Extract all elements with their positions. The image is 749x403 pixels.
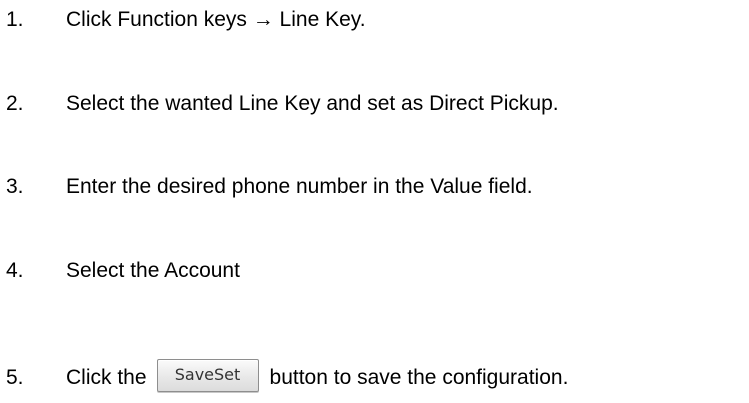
step-number: 4. [6, 259, 24, 282]
step-text: Click Function keys → Line Key. [66, 8, 366, 31]
step-number: 1. [6, 8, 24, 31]
step-text: Select the Account [66, 259, 240, 282]
step-text-after: button to save the configuration. [269, 366, 569, 389]
step-text: Select the wanted Line Key and set as Di… [66, 92, 559, 115]
step-5: 5. Click the SaveSet button to save the co… [0, 358, 749, 398]
step-text: Enter the desired phone number in the Va… [66, 175, 533, 198]
step-1: 1. Click Function keys → Line Key. [0, 0, 749, 40]
step-3: 3. Enter the desired phone number in the… [0, 167, 749, 207]
step-text: Click the SaveSet button to save the confi… [66, 358, 568, 398]
step-4: 4. Select the Account [0, 251, 749, 291]
saveset-button[interactable]: SaveSet [156, 358, 259, 392]
step-2: 2. Select the wanted Line Key and set as… [0, 84, 749, 124]
step-text-before: Click the [66, 366, 147, 389]
instruction-steps: 1. Click Function keys → Line Key. 2. Se… [0, 0, 749, 403]
step-number: 5. [6, 366, 24, 389]
step-number: 2. [6, 92, 24, 115]
step-number: 3. [6, 175, 24, 198]
